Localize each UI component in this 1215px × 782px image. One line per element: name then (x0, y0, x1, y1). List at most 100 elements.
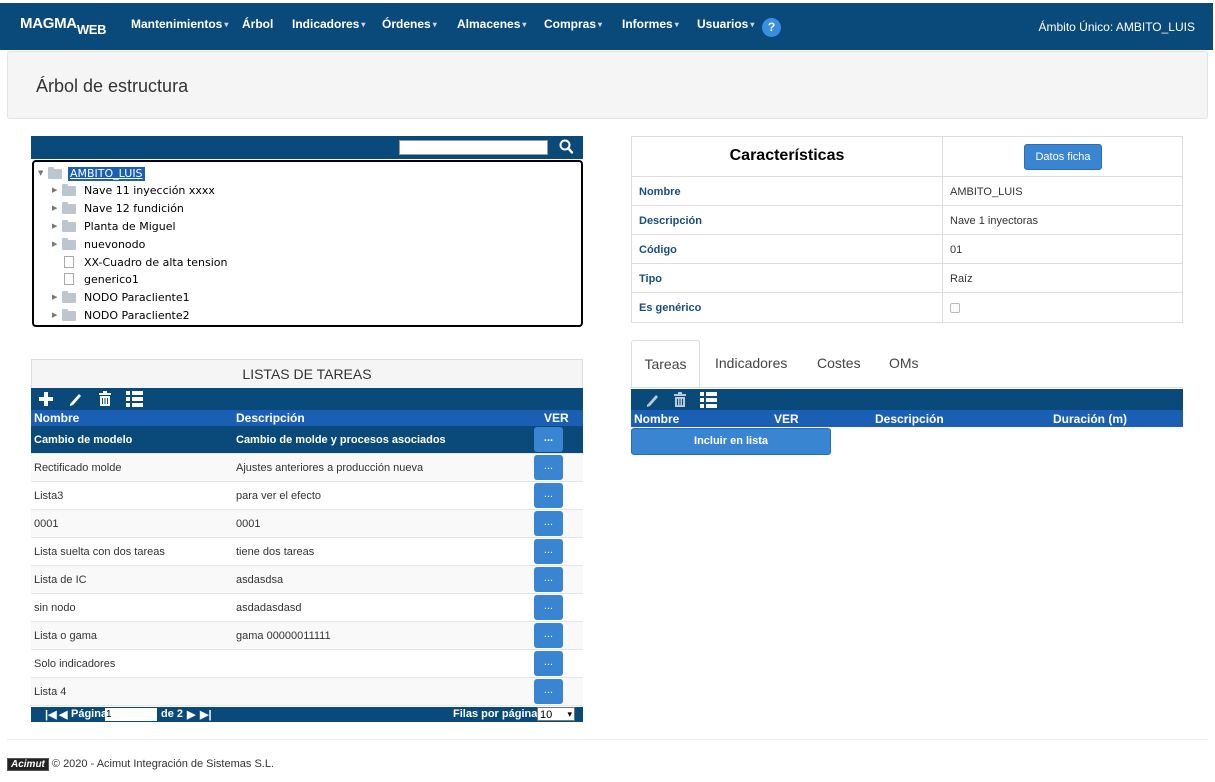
expanded-toggle-icon[interactable]: ▼ (38, 169, 43, 177)
tab-tareas[interactable]: Tareas (631, 340, 700, 388)
rows-per-page-value: 10 (540, 709, 553, 721)
add-icon[interactable] (38, 391, 54, 407)
view-button[interactable]: ... (534, 651, 563, 676)
table-row[interactable]: Lista o gama gama 00000011111 ... (31, 622, 583, 650)
col-header-description[interactable]: Descripción (236, 411, 305, 425)
col-header-name[interactable]: Nombre (634, 412, 679, 426)
tree-node-label[interactable]: nuevonodo (82, 238, 147, 252)
view-button[interactable]: ... (534, 427, 563, 452)
nav-label: Usuarios (697, 17, 749, 31)
brand-sub: WEB (76, 22, 107, 37)
collapsed-toggle-icon[interactable]: ▶ (52, 311, 57, 319)
datos-ficha-button[interactable]: Datos ficha (1024, 144, 1102, 170)
nav-usuarios[interactable]: Usuarios ▾ (697, 17, 754, 31)
table-row[interactable]: Rectificado molde Ajustes anteriores a p… (31, 454, 583, 482)
prev-page-icon[interactable]: ◀ (59, 708, 67, 721)
table-row[interactable]: Cambio de modelo Cambio de molde y proce… (31, 426, 583, 454)
nav-label: Almacenes (457, 17, 521, 31)
table-row[interactable]: Lista de IC asdasdsa ... (31, 566, 583, 594)
view-button[interactable]: ... (534, 567, 563, 592)
include-in-list-button[interactable]: Incluir en lista (631, 428, 831, 455)
tasks-tab-header: Nombre VER Descripción Duración (m) (631, 410, 1183, 427)
chevron-down-icon: ▾ (522, 20, 527, 29)
char-row: Nombre AMBITO_LUIS (632, 177, 1182, 206)
tree-node-label[interactable]: Nave 11 inyección xxxx (82, 184, 217, 198)
char-key: Tipo (639, 273, 663, 285)
characteristics-title: Características (632, 137, 943, 177)
nav-ordenes[interactable]: Órdenes ▾ (382, 17, 437, 31)
col-header-view[interactable]: VER (544, 411, 569, 425)
view-button[interactable]: ... (534, 595, 563, 620)
trash-icon[interactable] (98, 391, 112, 407)
cell-description: Cambio de molde y procesos asociados (236, 434, 446, 446)
last-page-icon[interactable]: ▶| (200, 708, 212, 721)
collapsed-toggle-icon[interactable]: ▶ (52, 222, 57, 230)
chevron-down-icon: ▾ (598, 20, 603, 29)
cell-description: asdadasdasd (236, 602, 302, 614)
top-navbar: MAGMAWEB Mantenimientos ▾ Árbol Indicador… (0, 3, 1213, 50)
tab-costes[interactable]: Costes (817, 340, 861, 388)
trash-icon[interactable] (673, 392, 687, 408)
search-icon[interactable] (558, 138, 574, 156)
table-row[interactable]: sin nodo asdadasdasd ... (31, 594, 583, 622)
tree-node-label[interactable]: Planta de Miguel (82, 220, 178, 234)
tree-node-label[interactable]: generico1 (82, 273, 141, 287)
page-number-input[interactable] (105, 708, 157, 721)
view-button[interactable]: ... (534, 679, 563, 704)
tree-node-label[interactable]: NODO Paracliente2 (82, 309, 192, 323)
col-header-description[interactable]: Descripción (875, 412, 944, 426)
table-row[interactable]: Solo indicadores ... (31, 650, 583, 678)
next-page-icon[interactable]: ▶ (187, 708, 195, 721)
help-icon[interactable]: ? (762, 18, 781, 37)
structure-tree: ▼ AMBITO_LUIS ▶ Nave 11 inyección xxxx ▶… (32, 160, 583, 327)
table-row[interactable]: Lista3 para ver el efecto ... (31, 482, 583, 510)
rows-per-page-label: Filas por página: (453, 708, 542, 720)
table-row[interactable]: Lista 4 ... (31, 678, 583, 706)
nav-informes[interactable]: Informes ▾ (622, 17, 679, 31)
view-button[interactable]: ... (534, 483, 563, 508)
tasks-toolbar (31, 388, 583, 410)
list-icon[interactable] (126, 390, 143, 407)
view-button[interactable]: ... (534, 455, 563, 480)
col-header-duration[interactable]: Duración (m) (1053, 412, 1127, 426)
tree-search-input[interactable] (399, 140, 548, 155)
collapsed-toggle-icon[interactable]: ▶ (52, 293, 57, 301)
copyright-text: © 2020 - Acimut Integración de Sistemas … (51, 758, 275, 770)
cell-description: para ver el efecto (236, 490, 321, 502)
col-header-name[interactable]: Nombre (34, 411, 79, 425)
view-button[interactable]: ... (534, 539, 563, 564)
char-row: Es genérico (632, 293, 1182, 322)
first-page-icon[interactable]: |◀ (45, 708, 57, 721)
view-button[interactable]: ... (534, 623, 563, 648)
collapsed-toggle-icon[interactable]: ▶ (52, 240, 57, 248)
tree-node-label[interactable]: NODO Paracliente1 (82, 291, 192, 305)
tree-node-label[interactable]: AMBITO_LUIS (68, 167, 145, 181)
edit-icon[interactable] (68, 391, 82, 406)
list-icon[interactable] (700, 391, 717, 408)
table-row[interactable]: Lista suelta con dos tareas tiene dos ta… (31, 538, 583, 566)
char-key: Código (639, 244, 677, 256)
nav-indicadores[interactable]: Indicadores ▾ (292, 17, 365, 31)
collapsed-toggle-icon[interactable]: ▶ (52, 186, 57, 194)
nav-label: Árbol (242, 17, 274, 31)
tab-oms[interactable]: OMs (889, 340, 919, 388)
table-row[interactable]: 0001 0001 ... (31, 510, 583, 538)
nav-label: Informes (622, 17, 673, 31)
collapsed-toggle-icon[interactable]: ▶ (52, 204, 57, 212)
nav-mantenimientos[interactable]: Mantenimientos ▾ (131, 17, 228, 31)
edit-icon[interactable] (645, 392, 659, 407)
tree-node-label[interactable]: XX-Cuadro de alta tension (82, 256, 230, 270)
char-row: Código 01 (632, 235, 1182, 264)
cell-name: Cambio de modelo (34, 434, 133, 446)
char-value: Nave 1 inyectoras (950, 215, 1039, 227)
col-header-view[interactable]: VER (774, 412, 799, 426)
nav-arbol[interactable]: Árbol (242, 17, 273, 31)
brand-logo[interactable]: MAGMAWEB (20, 15, 107, 37)
tree-node-label[interactable]: Nave 12 fundición (82, 202, 186, 216)
rows-per-page-select[interactable]: 10 ▾ (537, 707, 575, 721)
nav-compras[interactable]: Compras ▾ (544, 17, 602, 31)
char-key: Es genérico (639, 302, 702, 314)
view-button[interactable]: ... (534, 511, 563, 536)
nav-almacenes[interactable]: Almacenes ▾ (457, 17, 526, 31)
tab-indicadores[interactable]: Indicadores (715, 340, 787, 388)
